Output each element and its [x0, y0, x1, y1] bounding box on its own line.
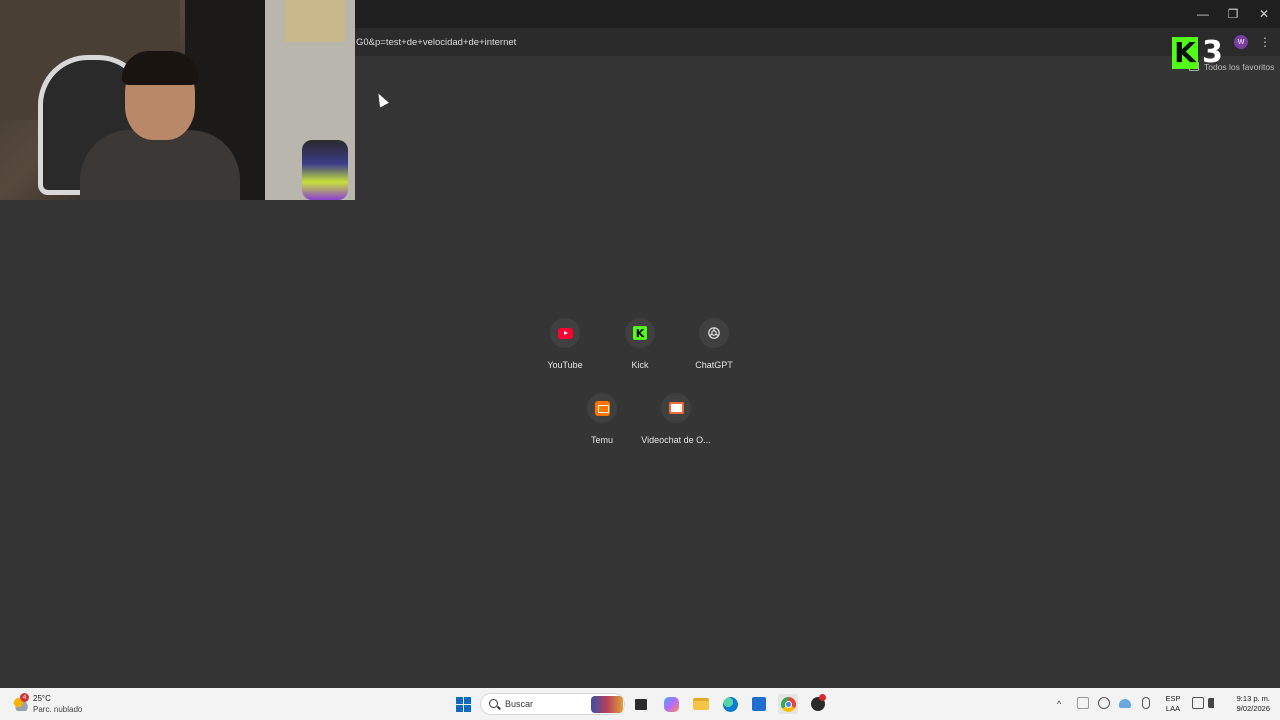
webcam-microphone: [302, 140, 348, 200]
clock-time: 9:13 p. m.: [1236, 694, 1270, 703]
webcam-overlay: [0, 0, 355, 200]
microphone-icon[interactable]: [1142, 697, 1150, 709]
maximize-button[interactable]: ❐: [1218, 0, 1248, 28]
shortcut-chatgpt[interactable]: ChatGPT: [678, 318, 750, 380]
shortcut-temu-circle: [587, 393, 617, 423]
shortcut-label: Kick: [631, 360, 649, 370]
temu-icon: [594, 400, 610, 416]
shortcut-kick-circle: K: [625, 318, 655, 348]
clock[interactable]: 9:13 p. m. 9/02/2026: [1225, 694, 1270, 714]
task-view-icon: [635, 698, 647, 710]
browser-menu-button[interactable]: ⋮: [1259, 34, 1271, 50]
edge-icon: [722, 696, 738, 712]
network-icon[interactable]: [1192, 697, 1204, 709]
chatgpt-icon: [708, 327, 720, 339]
webcam-person-body: [80, 130, 240, 200]
shortcut-label: Temu: [590, 435, 613, 445]
edge-button[interactable]: [720, 694, 740, 714]
k3-logo-k: K: [1172, 37, 1198, 69]
search-icon: [489, 699, 498, 708]
weather-temperature: 25°C: [33, 694, 51, 703]
search-highlight-image: [591, 696, 623, 713]
language-code: ESP: [1165, 694, 1181, 703]
tray-app-icon[interactable]: [1077, 697, 1089, 709]
task-view-button[interactable]: [631, 694, 651, 714]
weather-badge: 4: [20, 693, 29, 702]
folder-icon: [693, 698, 709, 710]
copilot-button[interactable]: [661, 694, 681, 714]
webcam-person: [70, 51, 240, 200]
notification-dot-icon: [819, 694, 826, 701]
show-hidden-icons-button[interactable]: ^: [1057, 699, 1061, 709]
windows-logo-icon: [455, 696, 471, 712]
url-text[interactable]: G0&p=test+de+velocidad+de+internet: [356, 37, 516, 48]
k3-logo-number: 3: [1202, 35, 1223, 70]
volume-icon[interactable]: [1208, 698, 1218, 708]
close-button[interactable]: ✕: [1249, 0, 1279, 28]
shortcut-youtube-circle: [550, 318, 580, 348]
app-button[interactable]: [808, 694, 828, 714]
weather-widget[interactable]: 4 25°C Parc. nublado: [12, 693, 92, 717]
app-icon: [811, 694, 826, 711]
clock-date: 9/02/2026: [1236, 704, 1270, 713]
youtube-icon: [557, 327, 573, 339]
taskbar-search[interactable]: Buscar: [480, 693, 625, 715]
language-indicator[interactable]: ESP LAA: [1163, 694, 1183, 714]
store-icon: [752, 697, 766, 711]
store-button[interactable]: [749, 694, 769, 714]
shortcut-label: ChatGPT: [695, 360, 733, 370]
cloud-icon[interactable]: [1119, 699, 1131, 708]
kick-icon: K: [633, 326, 647, 340]
search-placeholder: Buscar: [505, 699, 534, 709]
profile-avatar[interactable]: W: [1234, 35, 1248, 49]
k3-logo: K 3: [1172, 37, 1228, 69]
webcam-poster: [285, 0, 345, 42]
shortcut-videochat[interactable]: Videochat de O...: [640, 393, 712, 455]
mouse-cursor-icon: [374, 91, 389, 108]
shortcut-kick[interactable]: K Kick: [604, 318, 676, 380]
screen: — ❐ ✕ G0&p=test+de+velocidad+de+internet…: [0, 0, 1280, 720]
shortcut-chatgpt-circle: [699, 318, 729, 348]
webcam-person-hair: [122, 51, 198, 85]
sync-icon[interactable]: [1098, 697, 1110, 709]
file-explorer-button[interactable]: [691, 694, 711, 714]
shortcut-label: YouTube: [547, 360, 583, 370]
weather-description: Parc. nublado: [33, 705, 83, 714]
videochat-icon: [668, 402, 684, 414]
chrome-button[interactable]: [778, 694, 798, 714]
chrome-icon: [780, 696, 796, 712]
shortcut-label: Videochat de O...: [641, 435, 711, 445]
shortcut-temu[interactable]: Temu: [566, 393, 638, 455]
shortcut-youtube[interactable]: YouTube: [529, 318, 601, 380]
chrome-center-icon: [784, 700, 792, 708]
copilot-icon: [663, 696, 679, 712]
start-button[interactable]: [453, 694, 473, 714]
minimize-button[interactable]: —: [1188, 0, 1218, 28]
shortcut-videochat-circle: [661, 393, 691, 423]
keyboard-layout: LAA: [1165, 704, 1181, 713]
